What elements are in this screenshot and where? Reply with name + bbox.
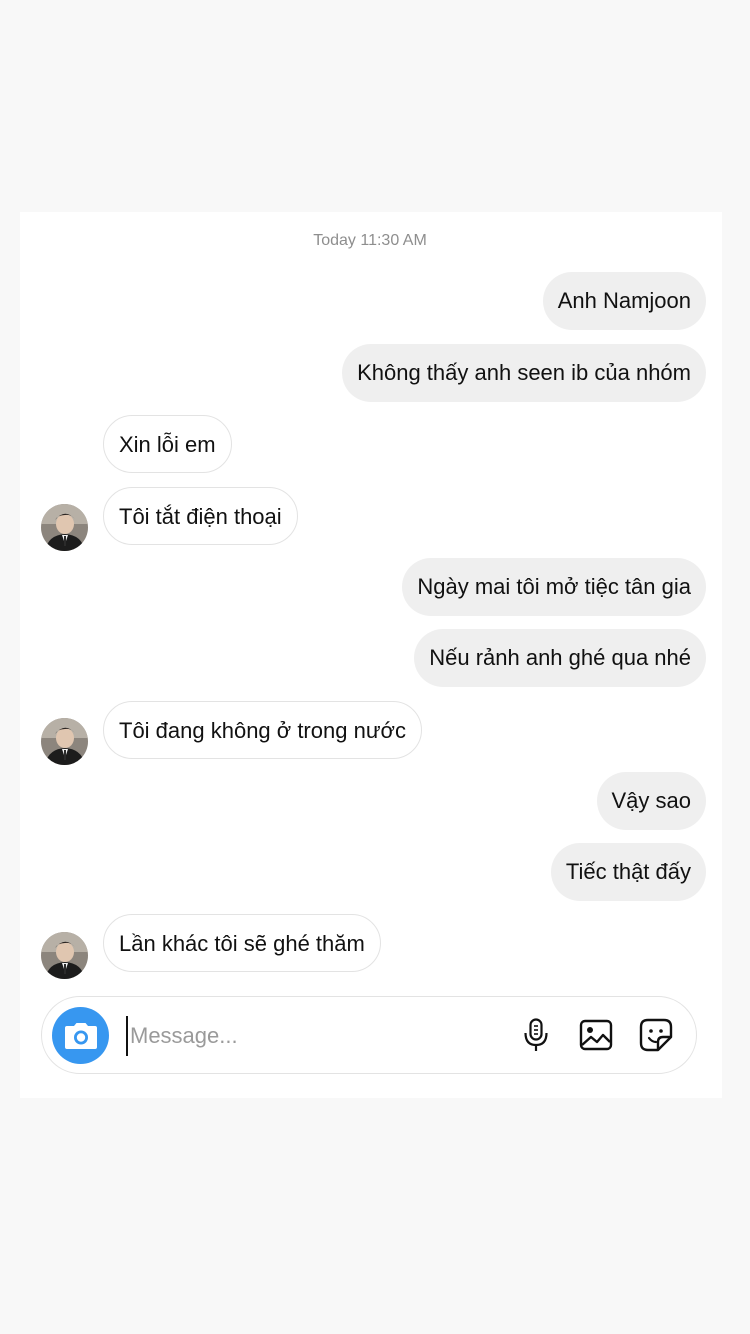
message-sent[interactable]: Nếu rảnh anh ghé qua nhé [414, 629, 706, 687]
message-sent[interactable]: Không thấy anh seen ib của nhóm [342, 344, 706, 402]
chat-timestamp: Today 11:30 AM [313, 232, 427, 249]
message-sent[interactable]: Tiếc thật đấy [550, 843, 706, 901]
message-sent[interactable]: Anh Namjoon [542, 272, 706, 330]
camera-button[interactable] [52, 1007, 109, 1064]
message-received[interactable]: Lần khác tôi sẽ ghé thăm [103, 914, 381, 972]
camera-icon [64, 1022, 97, 1049]
avatar[interactable] [41, 718, 88, 765]
message-received[interactable]: Tôi tắt điện thoại [103, 487, 298, 545]
avatar[interactable] [41, 932, 88, 979]
message-received[interactable]: Tôi đang không ở trong nước [103, 701, 422, 759]
avatar[interactable] [41, 504, 88, 551]
image-gallery-icon [579, 1019, 613, 1051]
image-gallery-button[interactable] [578, 1017, 614, 1053]
message-sent[interactable]: Vậy sao [596, 772, 706, 830]
avatar-photo [41, 504, 88, 551]
message-input[interactable] [126, 1016, 496, 1056]
sticker-button[interactable] [638, 1017, 674, 1053]
microphone-icon [524, 1018, 548, 1051]
microphone-button[interactable] [518, 1017, 554, 1053]
message-composer [41, 996, 697, 1074]
avatar-photo [41, 718, 88, 765]
sticker-icon [639, 1018, 673, 1052]
message-received[interactable]: Xin lỗi em [103, 415, 232, 473]
avatar-photo [41, 932, 88, 979]
message-sent[interactable]: Ngày mai tôi mở tiệc tân gia [402, 558, 706, 616]
